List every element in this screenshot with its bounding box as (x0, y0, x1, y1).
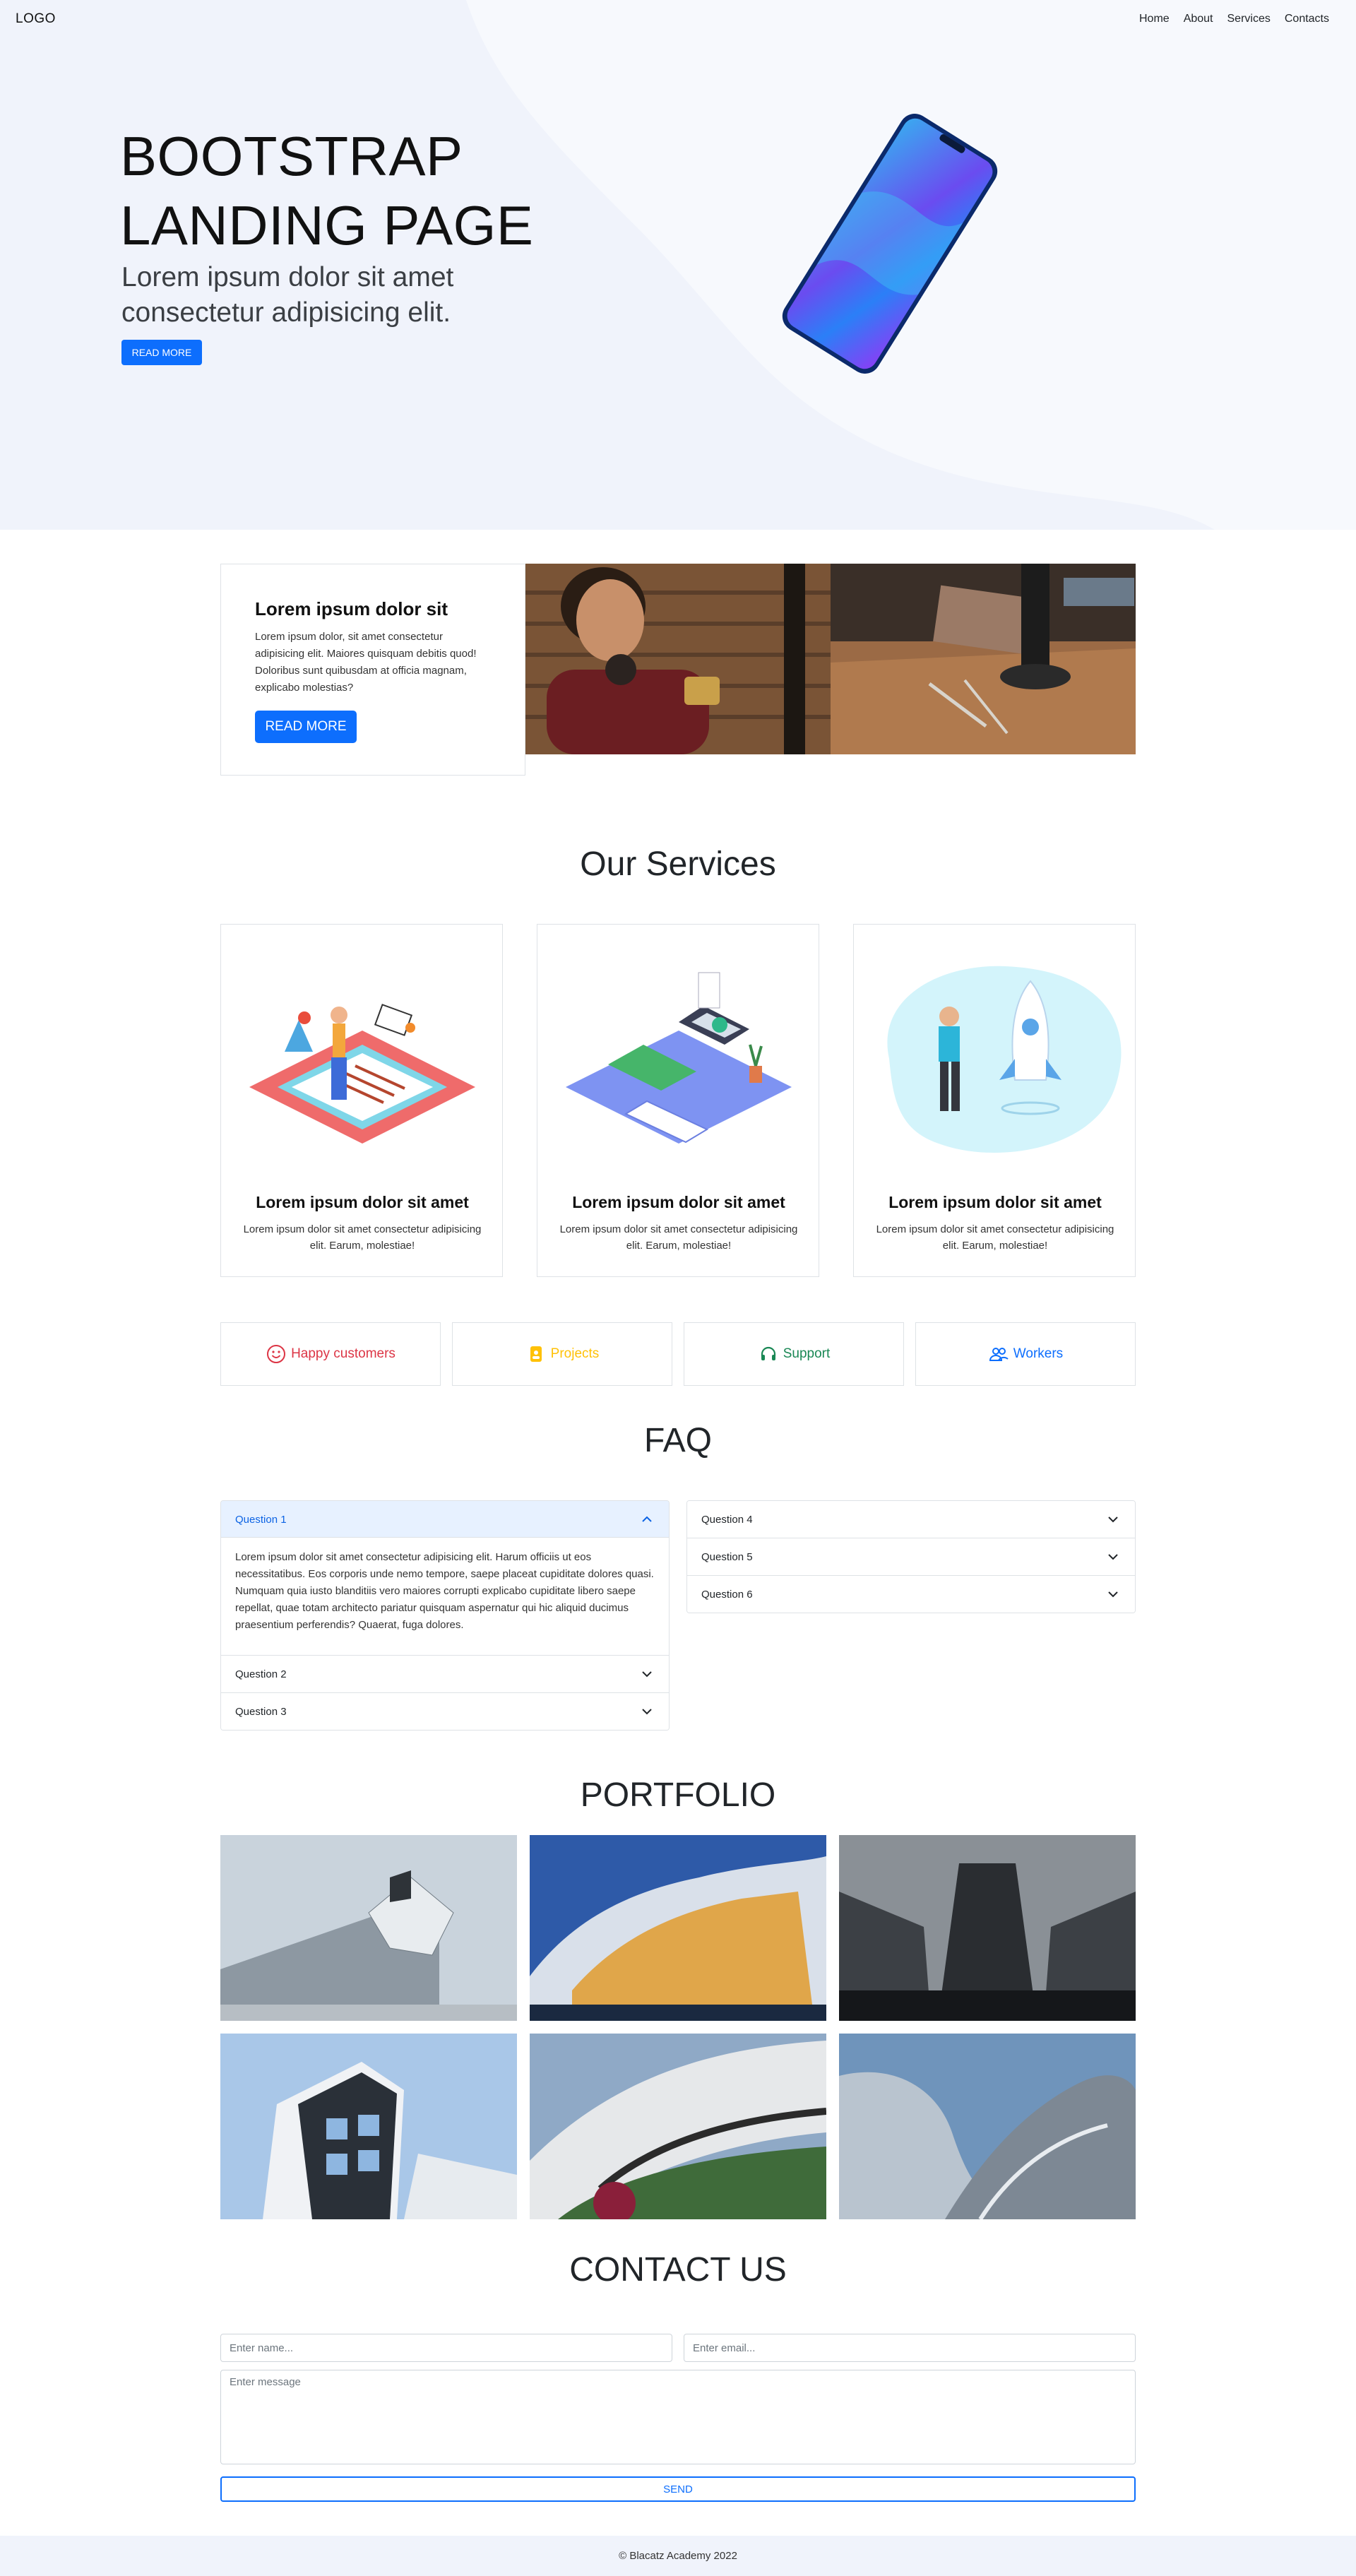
accordion-header-question-3[interactable]: Question 3 (221, 1693, 669, 1730)
question-label: Question 3 (235, 1705, 287, 1718)
accordion-header-question-1[interactable]: Question 1 (221, 1501, 669, 1538)
stat-support[interactable]: Support (684, 1322, 904, 1386)
accordion-item: Question 2 (221, 1655, 669, 1692)
accordion-header-question-2[interactable]: Question 2 (221, 1656, 669, 1692)
portfolio-image[interactable] (530, 2034, 826, 2219)
name-input[interactable]: Enter name... (220, 2334, 672, 2362)
service-card: Lorem ipsum dolor sit amet Lorem ipsum d… (853, 924, 1136, 1277)
service-title: Lorem ipsum dolor sit amet (256, 1193, 469, 1211)
stat-label: Happy customers (291, 1346, 396, 1361)
stat-projects[interactable]: Projects (452, 1322, 672, 1386)
service-card: Lorem ipsum dolor sit amet Lorem ipsum d… (220, 924, 503, 1277)
service-card: Lorem ipsum dolor sit amet Lorem ipsum d… (537, 924, 819, 1277)
contact-heading: CONTACT US (569, 2251, 787, 2289)
about-read-more-button[interactable]: READ MORE (255, 711, 357, 743)
chevron-down-icon (642, 1709, 652, 1715)
accordion: Question 4 Question 5 Question 6 (686, 1500, 1136, 1613)
question-label: Question 5 (701, 1550, 753, 1563)
smartphone-image (782, 114, 998, 374)
about-card: Lorem ipsum dolor sit Lorem ipsum dolor,… (220, 564, 525, 776)
hero-read-more-button[interactable]: READ MORE (121, 340, 202, 365)
nav-contacts-link[interactable]: Contacts (1285, 13, 1329, 25)
page: LOGO Home About Services Contacts BOOTST… (0, 0, 1356, 2576)
people-icon (989, 1348, 1009, 1361)
hero-subtitle: Lorem ipsum dolor sit amet consectetur a… (121, 262, 454, 328)
faq-heading: FAQ (643, 1422, 713, 1459)
headphones-icon (761, 1346, 775, 1360)
chevron-down-icon (642, 1671, 652, 1678)
rocket-launch-illustration (887, 966, 1122, 1153)
accordion-item: Question 1 Lorem ipsum dolor sit amet co… (221, 1501, 669, 1655)
portfolio-image[interactable] (839, 2034, 1136, 2219)
notifications-illustration (249, 1004, 475, 1144)
accordion-item: Question 6 (687, 1575, 1135, 1613)
desk-tools-photo (831, 564, 1136, 754)
portfolio-image[interactable] (530, 1835, 826, 2021)
chevron-down-icon (1108, 1591, 1118, 1598)
accordion-item: Question 5 (687, 1538, 1135, 1575)
nav-services-link[interactable]: Services (1227, 13, 1271, 25)
services-heading: Our Services (580, 845, 776, 883)
accordion: Question 1 Lorem ipsum dolor sit amet co… (220, 1500, 670, 1731)
accordion-header-question-5[interactable]: Question 5 (687, 1538, 1135, 1575)
top-nav: Home About Services Contacts (1139, 13, 1329, 25)
question-label: Question 1 (235, 1513, 287, 1526)
service-body: Lorem ipsum dolor sit amet consectetur a… (876, 1223, 1114, 1252)
accordion-answer: Lorem ipsum dolor sit amet consectetur a… (235, 1551, 654, 1631)
nav-home-link[interactable]: Home (1139, 13, 1170, 25)
message-textarea[interactable]: Enter message (220, 2370, 1136, 2464)
accordion-item: Question 3 (221, 1692, 669, 1730)
nav-about-link[interactable]: About (1184, 13, 1213, 25)
chevron-up-icon (642, 1516, 652, 1522)
stats-section: Happy customers Projects Support Workers (220, 1322, 1136, 1386)
badge-icon (530, 1346, 542, 1362)
accordion-header-question-6[interactable]: Question 6 (687, 1576, 1135, 1613)
portfolio-image[interactable] (220, 2034, 517, 2219)
stat-happy-customers[interactable]: Happy customers (220, 1322, 441, 1386)
stat-label: Projects (550, 1346, 600, 1361)
logo[interactable]: LOGO (16, 11, 56, 27)
service-title: Lorem ipsum dolor sit amet (888, 1193, 1102, 1211)
chevron-down-icon (1108, 1516, 1118, 1523)
footer-copyright: © Blacatz Academy 2022 (619, 2550, 737, 2562)
question-label: Question 6 (701, 1588, 753, 1601)
hero-title: BOOTSTRAP LANDING PAGE (120, 125, 534, 256)
accordion-item: Question 4 (687, 1501, 1135, 1538)
portfolio-image[interactable] (839, 1835, 1136, 2021)
stat-label: Support (783, 1346, 831, 1361)
about-section: Lorem ipsum dolor sit Lorem ipsum dolor,… (220, 564, 1136, 776)
portfolio-image[interactable] (220, 1835, 517, 2021)
portfolio-heading: PORTFOLIO (580, 1776, 776, 1814)
footer: © Blacatz Academy 2022 (0, 2536, 1356, 2576)
workshop-photo (525, 564, 831, 754)
chevron-down-icon (1108, 1554, 1118, 1560)
hero-section: LOGO Home About Services Contacts BOOTST… (0, 0, 1356, 530)
faq-accordion-left: Question 1 Lorem ipsum dolor sit amet co… (220, 1500, 670, 1731)
send-button[interactable]: SEND (220, 2476, 1136, 2502)
email-input[interactable]: Enter email... (684, 2334, 1136, 2362)
service-body: Lorem ipsum dolor sit amet consectetur a… (243, 1223, 482, 1252)
stat-label: Workers (1013, 1346, 1064, 1361)
question-label: Question 2 (235, 1668, 287, 1680)
accordion-header-question-4[interactable]: Question 4 (687, 1501, 1135, 1538)
faq-accordion-right: Question 4 Question 5 Question 6 (686, 1500, 1136, 1613)
about-body: Lorem ipsum dolor, sit amet consectetur … (255, 631, 477, 694)
services-section: Lorem ipsum dolor sit amet Lorem ipsum d… (220, 924, 1136, 1277)
payments-illustration (566, 972, 792, 1144)
service-title: Lorem ipsum dolor sit amet (572, 1193, 785, 1211)
smile-icon (267, 1345, 286, 1363)
stat-workers[interactable]: Workers (915, 1322, 1136, 1386)
about-title: Lorem ipsum dolor sit (255, 598, 448, 619)
service-body: Lorem ipsum dolor sit amet consectetur a… (559, 1223, 798, 1252)
question-label: Question 4 (701, 1513, 753, 1526)
